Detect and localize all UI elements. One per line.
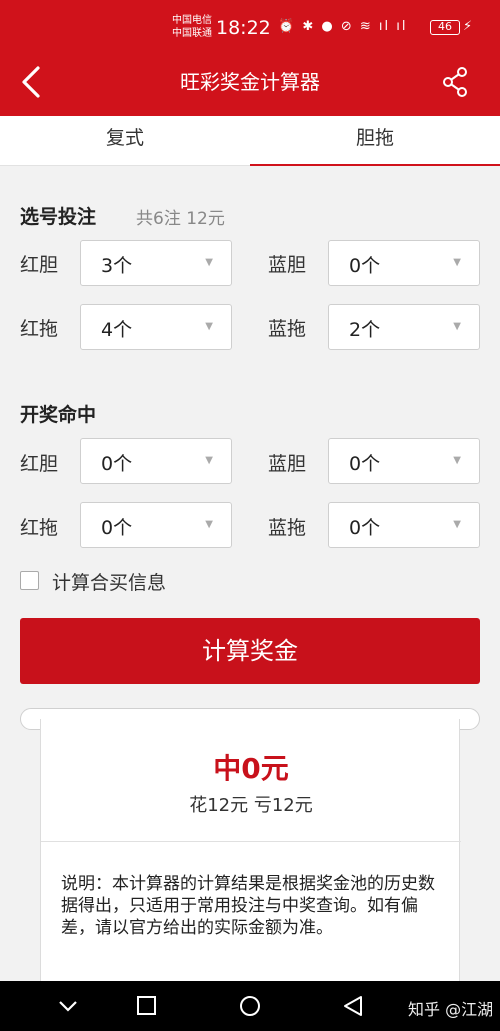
select-value: 4个: [101, 319, 133, 341]
status-bar: 中国电信 中国联通 18:22 ⏰ ✱ ● ⊘ ≋ ıl ıl 46 ⚡: [0, 0, 500, 56]
nav-recents-button[interactable]: [132, 993, 160, 1019]
charging-icon: ⚡: [463, 19, 473, 34]
dropdown-arrow-icon: ▼: [453, 455, 461, 466]
mode-tabs: 复式 胆拖: [0, 116, 500, 166]
triangle-back-icon: [344, 996, 362, 1016]
tab-dantuo[interactable]: 胆拖: [250, 116, 500, 166]
status-time: 18:22: [216, 17, 271, 39]
calculate-prize-button[interactable]: 计算奖金: [20, 618, 480, 684]
result-divider: [41, 841, 461, 842]
app-header: 中国电信 中国联通 18:22 ⏰ ✱ ● ⊘ ≋ ıl ıl 46 ⚡ 旺彩奖…: [0, 0, 500, 116]
bet-red-tuo-select[interactable]: 4个 ▼: [80, 304, 232, 350]
share-button[interactable]: [440, 66, 472, 98]
nav-home-button[interactable]: [236, 993, 264, 1019]
joint-purchase-checkbox[interactable]: [20, 571, 39, 590]
spent-loss: 花12元 亏12元: [189, 795, 313, 816]
dropdown-arrow-icon: ▼: [205, 321, 213, 332]
chevron-down-icon: [59, 1001, 77, 1012]
dropdown-arrow-icon: ▼: [205, 257, 213, 268]
page-title: 旺彩奖金计算器: [180, 70, 320, 94]
hit-blue-tuo-label: 蓝拖: [268, 517, 307, 539]
select-value: 3个: [101, 255, 133, 277]
hit-red-tuo-select[interactable]: 0个 ▼: [80, 502, 232, 548]
status-icons: ⏰ ✱ ● ⊘ ≋ ıl ıl: [278, 19, 408, 34]
select-value: 2个: [349, 319, 381, 341]
carrier-2: 中国联通: [172, 28, 212, 39]
dropdown-arrow-icon: ▼: [205, 519, 213, 530]
carrier-info: 中国电信 中国联通: [172, 14, 212, 40]
share-icon: [443, 67, 467, 97]
hit-blue-dan-label: 蓝胆: [268, 453, 307, 475]
joint-purchase-label: 计算合买信息: [52, 572, 167, 594]
hit-red-tuo-label: 红拖: [20, 517, 59, 539]
bet-blue-dan-label: 蓝胆: [268, 254, 307, 276]
disclaimer-note: 说明：本计算器的计算结果是根据奖金池的历史数据得出，只适用于常用投注与中奖查询。…: [61, 874, 435, 938]
dropdown-arrow-icon: ▼: [453, 321, 461, 332]
system-nav-bar: 知乎 @江湖: [0, 981, 500, 1031]
tab-fushi[interactable]: 复式: [0, 116, 250, 166]
hit-blue-dan-select[interactable]: 0个 ▼: [328, 438, 480, 484]
bet-summary: 共6注 12元: [136, 209, 225, 229]
dropdown-arrow-icon: ▼: [453, 257, 461, 268]
bet-red-dan-select[interactable]: 3个 ▼: [80, 240, 232, 286]
bet-red-dan-label: 红胆: [20, 254, 59, 276]
battery-icon: 46: [430, 20, 460, 35]
select-value: 0个: [349, 453, 381, 475]
select-value: 0个: [101, 453, 133, 475]
circle-icon: [240, 996, 260, 1016]
prize-amount: 中0元: [213, 752, 289, 785]
hit-red-dan-label: 红胆: [20, 453, 59, 475]
dropdown-arrow-icon: ▼: [453, 519, 461, 530]
hit-section-title: 开奖命中: [20, 404, 97, 426]
watermark: 知乎 @江湖: [408, 1000, 494, 1019]
square-icon: [137, 996, 156, 1015]
bet-blue-tuo-label: 蓝拖: [268, 318, 307, 340]
result-panel: 中0元 花12元 亏12元 说明：本计算器的计算结果是根据奖金池的历史数据得出，…: [40, 719, 461, 999]
bet-section-title: 选号投注: [20, 206, 97, 228]
bet-blue-tuo-select[interactable]: 2个 ▼: [328, 304, 480, 350]
hit-blue-tuo-select[interactable]: 0个 ▼: [328, 502, 480, 548]
carrier-1: 中国电信: [172, 15, 212, 26]
bet-blue-dan-select[interactable]: 0个 ▼: [328, 240, 480, 286]
select-value: 0个: [349, 517, 381, 539]
bet-red-tuo-label: 红拖: [20, 318, 59, 340]
dropdown-arrow-icon: ▼: [205, 455, 213, 466]
nav-back-button[interactable]: [340, 993, 368, 1019]
nav-hide-button[interactable]: [54, 993, 82, 1019]
select-value: 0个: [349, 255, 381, 277]
select-value: 0个: [101, 517, 133, 539]
hit-red-dan-select[interactable]: 0个 ▼: [80, 438, 232, 484]
